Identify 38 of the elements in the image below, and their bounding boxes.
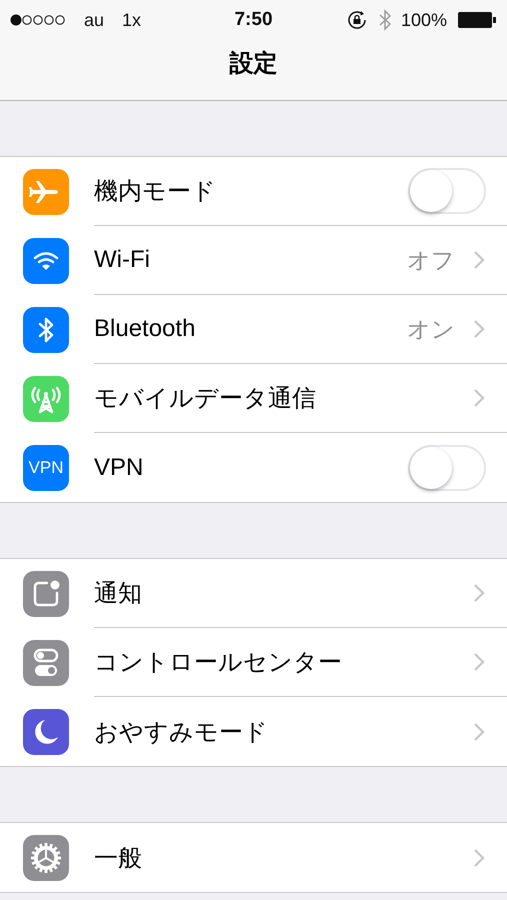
settings-row[interactable]: 通知 [0, 559, 507, 628]
chevron-icon [473, 848, 485, 868]
chevron-icon [473, 583, 485, 603]
signal-strength-icon [10, 14, 66, 26]
setting-label: Bluetooth [94, 315, 196, 343]
chevron-icon [473, 250, 485, 270]
battery-icon [457, 11, 497, 29]
setting-label: 一般 [94, 844, 143, 874]
setting-label: Wi-Fi [94, 246, 151, 274]
toggle-switch[interactable] [408, 168, 486, 214]
settings-row[interactable]: 機内モード [0, 157, 507, 226]
settings-row[interactable]: コントロールセンター [0, 628, 507, 697]
carrier-name: au [84, 10, 104, 30]
bluetooth-icon [378, 9, 391, 31]
setting-label: おやすみモード [94, 718, 269, 748]
settings-row[interactable]: 一般 [0, 823, 507, 892]
setting-label: モバイルデータ通信 [94, 384, 317, 414]
settings-row[interactable]: VPN VPN [0, 433, 507, 502]
page-title: 設定 [230, 49, 278, 79]
settings-row[interactable]: おやすみモード [0, 697, 507, 766]
clock-time: 7:50 [234, 9, 273, 31]
battery-percentage: 100% [400, 10, 447, 30]
chevron-icon [473, 652, 485, 672]
setting-label: 通知 [94, 579, 143, 609]
settings-row[interactable]: Wi-Fi オフ [0, 226, 507, 295]
settings-row[interactable]: モバイルデータ通信 [0, 364, 507, 433]
network-type: 1x [122, 10, 142, 30]
vpn-icon: VPN [23, 444, 69, 490]
setting-label: 機内モード [94, 177, 217, 207]
setting-label: コントロールセンター [94, 648, 343, 678]
setting-value: オン [407, 314, 455, 344]
chevron-icon [473, 388, 485, 408]
chevron-icon [473, 319, 485, 339]
chevron-icon [473, 722, 485, 742]
setting-label: VPN [94, 454, 144, 482]
settings-row[interactable]: Bluetooth オン [0, 295, 507, 364]
toggle-switch[interactable] [408, 444, 486, 490]
setting-value: オフ [407, 246, 455, 274]
